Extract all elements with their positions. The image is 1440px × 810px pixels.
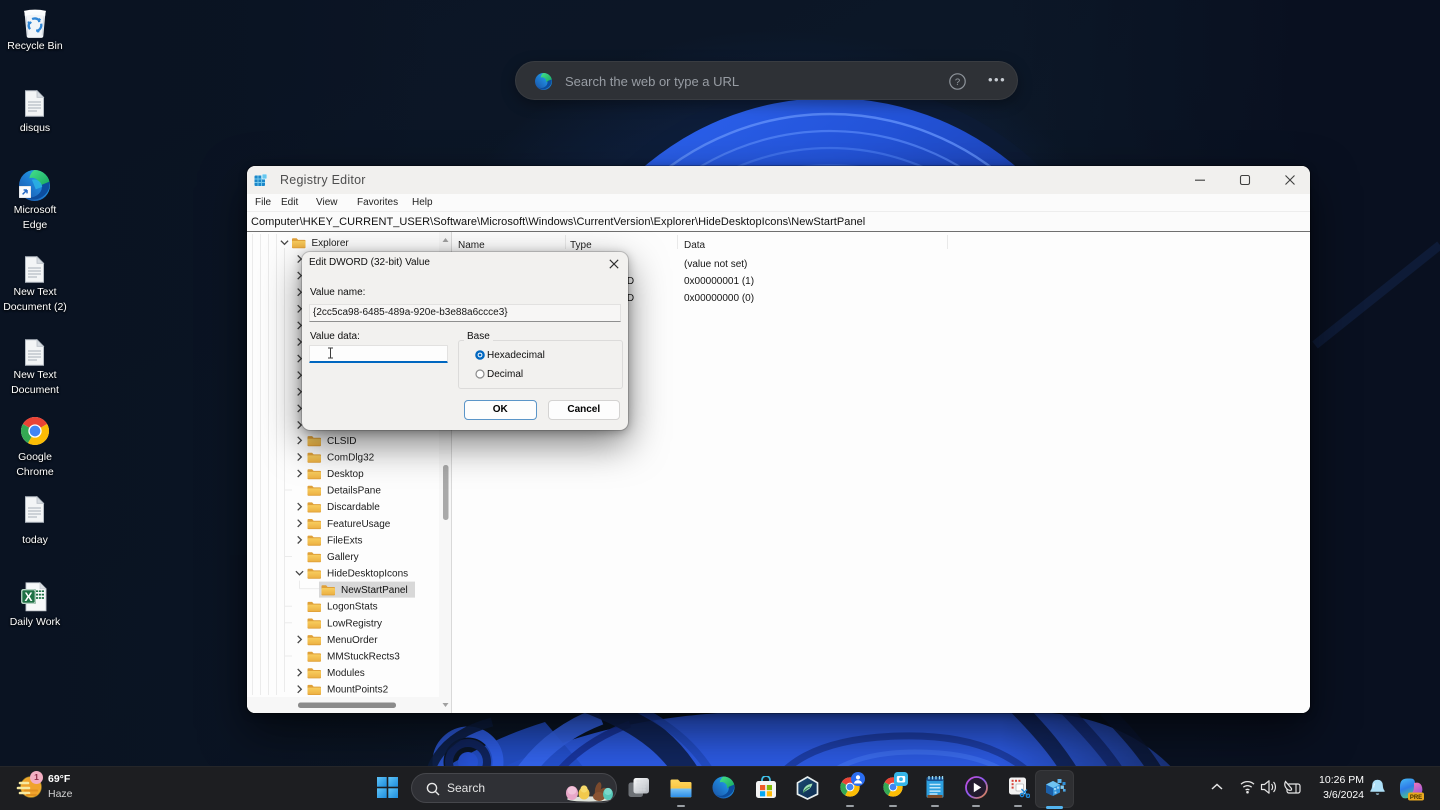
svg-text:Name: Name (458, 240, 485, 251)
svg-text:MountPoints2: MountPoints2 (327, 685, 389, 696)
svg-text:X: X (24, 590, 32, 604)
svg-text:LogonStats: LogonStats (327, 602, 378, 613)
svg-text:MenuOrder: MenuOrder (327, 635, 378, 646)
svg-text:?: ? (955, 77, 960, 88)
svg-text:0x00000000 (0): 0x00000000 (0) (684, 293, 754, 304)
svg-text:DetailsPane: DetailsPane (327, 486, 381, 497)
svg-text:CLSID: CLSID (327, 436, 356, 447)
svg-text:Discardable: Discardable (327, 502, 380, 513)
svg-text:NewStartPanel: NewStartPanel (341, 585, 408, 596)
svg-text:Data: Data (684, 240, 706, 251)
svg-text:Type: Type (570, 240, 592, 251)
svg-text:FileExts: FileExts (327, 535, 363, 546)
svg-text:FeatureUsage: FeatureUsage (327, 519, 391, 530)
svg-text:PRE: PRE (1410, 795, 1422, 801)
svg-text:Explorer: Explorer (312, 238, 350, 249)
svg-text:ComDlg32: ComDlg32 (327, 453, 375, 464)
svg-text:(value not set): (value not set) (684, 259, 747, 270)
svg-text:HideDesktopIcons: HideDesktopIcons (327, 569, 408, 580)
svg-text:LowRegistry: LowRegistry (327, 618, 382, 629)
svg-text:Gallery: Gallery (327, 552, 359, 563)
svg-text:0x00000001 (1): 0x00000001 (1) (684, 276, 754, 287)
svg-text:Modules: Modules (327, 668, 365, 679)
svg-text:MMStuckRects3: MMStuckRects3 (327, 652, 400, 663)
svg-text:Desktop: Desktop (327, 469, 364, 480)
